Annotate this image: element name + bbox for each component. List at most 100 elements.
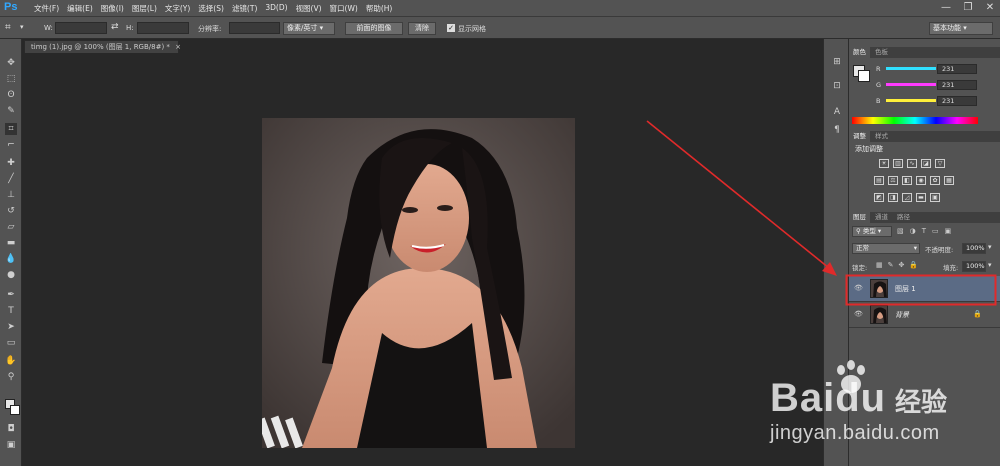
- visibility-eye-icon[interactable]: 👁: [854, 310, 863, 319]
- layer-row-background[interactable]: 👁 背景 🔒: [849, 302, 1000, 328]
- quick-mask-icon[interactable]: ◘: [5, 423, 17, 435]
- threshold-icon[interactable]: ◿: [902, 193, 912, 202]
- document-image[interactable]: [262, 118, 575, 448]
- layer-filter-select[interactable]: ⚲ 类型 ▾: [852, 226, 892, 237]
- filter-smart-icon[interactable]: ▣: [945, 227, 952, 235]
- curves-icon[interactable]: ∿: [907, 159, 917, 168]
- black-white-icon[interactable]: ◧: [902, 176, 912, 185]
- channel-mixer-icon[interactable]: ✿: [930, 176, 940, 185]
- green-slider[interactable]: [886, 83, 936, 86]
- layer-name[interactable]: 背景: [895, 310, 909, 320]
- fill-dropdown-icon[interactable]: ▾: [988, 261, 992, 269]
- blur-tool-icon[interactable]: 💧: [5, 253, 17, 265]
- shape-tool-icon[interactable]: ▭: [5, 337, 17, 349]
- paragraph-panel-icon[interactable]: ¶: [832, 125, 842, 135]
- tab-color[interactable]: 颜色: [849, 47, 870, 58]
- restore-button[interactable]: ❐: [962, 2, 974, 14]
- gradient-map-icon[interactable]: ▬: [916, 193, 926, 202]
- invert-icon[interactable]: ◩: [874, 193, 884, 202]
- chevron-down-icon[interactable]: ▾: [20, 23, 24, 31]
- unit-select[interactable]: 像素/英寸 ▾: [283, 22, 335, 35]
- lock-image-icon[interactable]: ✎: [888, 261, 894, 269]
- red-slider[interactable]: [886, 67, 936, 70]
- opacity-input[interactable]: 100%: [962, 243, 986, 254]
- menu-select[interactable]: 选择(S): [194, 3, 228, 14]
- color-background-swatch[interactable]: [858, 70, 870, 82]
- lock-transparent-icon[interactable]: ▦: [876, 261, 883, 269]
- actions-panel-icon[interactable]: ⊡: [832, 81, 842, 91]
- eraser-tool-icon[interactable]: ▱: [5, 221, 17, 233]
- document-tab[interactable]: timg (1).jpg @ 100% (图层 1, RGB/8#) * ×: [24, 40, 181, 53]
- show-grid-checkbox[interactable]: ✓: [447, 24, 455, 32]
- filter-pixel-icon[interactable]: ▧: [897, 227, 904, 235]
- levels-icon[interactable]: ▥: [893, 159, 903, 168]
- tab-channels[interactable]: 通道: [871, 212, 892, 223]
- brightness-icon[interactable]: ☀: [879, 159, 889, 168]
- menu-edit[interactable]: 编辑(E): [63, 3, 97, 14]
- layer-name[interactable]: 图层 1: [895, 284, 916, 294]
- vibrance-icon[interactable]: ▽: [935, 159, 945, 168]
- crop-tool-preset-icon[interactable]: ⌗: [5, 22, 19, 34]
- history-panel-icon[interactable]: ⊞: [832, 57, 842, 67]
- exposure-icon[interactable]: ◪: [921, 159, 931, 168]
- move-tool-icon[interactable]: ✥: [5, 57, 17, 69]
- menu-view[interactable]: 视图(V): [292, 3, 326, 14]
- green-value[interactable]: 231: [937, 80, 977, 90]
- marquee-tool-icon[interactable]: ⬚: [5, 73, 17, 85]
- red-value[interactable]: 231: [937, 64, 977, 74]
- background-color-swatch[interactable]: [10, 405, 20, 415]
- menu-layer[interactable]: 图层(L): [128, 3, 161, 14]
- posterize-icon[interactable]: ◨: [888, 193, 898, 202]
- hand-tool-icon[interactable]: ✋: [5, 355, 17, 367]
- close-tab-icon[interactable]: ×: [175, 43, 181, 51]
- height-input[interactable]: [137, 22, 189, 34]
- width-input[interactable]: [55, 22, 107, 34]
- menu-type[interactable]: 文字(Y): [161, 3, 194, 14]
- type-tool-icon[interactable]: T: [5, 305, 17, 317]
- visibility-eye-icon[interactable]: 👁: [854, 284, 863, 293]
- pen-tool-icon[interactable]: ✒: [5, 289, 17, 301]
- resolution-input[interactable]: [229, 22, 280, 34]
- lock-all-icon[interactable]: 🔒: [909, 261, 918, 269]
- stamp-tool-icon[interactable]: ⊥: [5, 189, 17, 201]
- selective-color-icon[interactable]: ▣: [930, 193, 940, 202]
- zoom-tool-icon[interactable]: ⚲: [5, 371, 17, 383]
- minimize-button[interactable]: —: [940, 2, 952, 14]
- color-spectrum-bar[interactable]: [852, 117, 978, 124]
- front-image-button[interactable]: 前面的图像: [345, 22, 403, 35]
- brush-tool-icon[interactable]: ╱: [5, 173, 17, 185]
- tab-swatches[interactable]: 色板: [871, 47, 892, 58]
- quick-select-tool-icon[interactable]: ✎: [5, 105, 17, 117]
- blend-mode-select[interactable]: 正常 ▾: [852, 243, 920, 254]
- workspace-select[interactable]: 基本功能 ▾: [929, 22, 993, 35]
- menu-3d[interactable]: 3D(D): [261, 3, 291, 14]
- menu-filter[interactable]: 滤镜(T): [228, 3, 261, 14]
- color-lookup-icon[interactable]: ▦: [944, 176, 954, 185]
- path-select-tool-icon[interactable]: ➤: [5, 321, 17, 333]
- color-balance-icon[interactable]: ⚖: [888, 176, 898, 185]
- fill-input[interactable]: 100%: [962, 261, 986, 272]
- filter-shape-icon[interactable]: ▭: [932, 227, 939, 235]
- hue-saturation-icon[interactable]: ▤: [874, 176, 884, 185]
- dodge-tool-icon[interactable]: ●: [5, 269, 17, 281]
- close-button[interactable]: ✕: [984, 2, 996, 14]
- swap-icon[interactable]: ⇄: [111, 22, 119, 32]
- photo-filter-icon[interactable]: ◉: [916, 176, 926, 185]
- crop-tool-icon[interactable]: ⌗: [5, 123, 17, 135]
- screen-mode-icon[interactable]: ▣: [5, 439, 17, 451]
- healing-brush-tool-icon[interactable]: ✚: [5, 157, 17, 169]
- filter-adjust-icon[interactable]: ◑: [910, 227, 916, 235]
- opacity-dropdown-icon[interactable]: ▾: [988, 243, 992, 251]
- tab-paths[interactable]: 路径: [893, 212, 914, 223]
- history-brush-tool-icon[interactable]: ↺: [5, 205, 17, 217]
- character-panel-icon[interactable]: A: [832, 107, 842, 117]
- menu-help[interactable]: 帮助(H): [362, 3, 397, 14]
- gradient-tool-icon[interactable]: ▬: [5, 237, 17, 249]
- blue-slider[interactable]: [886, 99, 936, 102]
- filter-type-icon[interactable]: T: [922, 227, 926, 235]
- blue-value[interactable]: 231: [937, 96, 977, 106]
- menu-image[interactable]: 图像(I): [97, 3, 128, 14]
- menu-window[interactable]: 窗口(W): [326, 3, 362, 14]
- tab-layers[interactable]: 图层: [849, 212, 870, 223]
- layer-row-selected[interactable]: 👁 图层 1: [849, 276, 1000, 302]
